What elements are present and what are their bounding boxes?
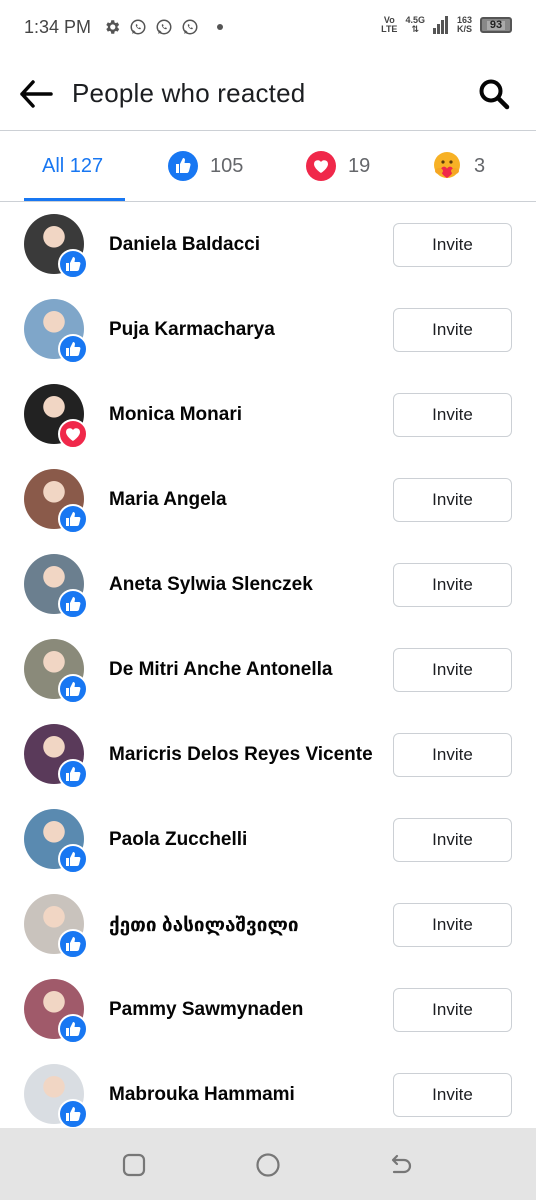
like-icon <box>66 682 81 696</box>
like-reaction-badge <box>58 929 88 959</box>
status-time: 1:34 PM <box>24 16 92 37</box>
tab-all-label: All 127 <box>42 154 104 177</box>
list-item[interactable]: Aneta Sylwia Slenczek Invite <box>0 542 536 627</box>
like-icon <box>66 512 81 526</box>
reactors-list: Daniela Baldacci Invite Puja Karmacharya In… <box>0 202 536 1137</box>
more-notifications-dot-icon <box>217 24 224 30</box>
person-name[interactable]: Pammy Sawmynaden <box>109 999 303 1021</box>
back-button[interactable] <box>18 76 54 112</box>
list-item[interactable]: ქეთი ბასილაშვილი Invite <box>0 882 536 967</box>
list-item[interactable]: Maria Angela Invite <box>0 457 536 542</box>
invite-button[interactable]: Invite <box>393 903 512 947</box>
home-button[interactable] <box>253 1150 283 1180</box>
invite-button[interactable]: Invite <box>393 1073 512 1117</box>
status-bar: 1:34 PM Vo LTE 4.5G ⇅ 163 K/S 93 <box>0 0 536 54</box>
like-icon <box>66 767 81 781</box>
status-system-icons: Vo LTE 4.5G ⇅ 163 K/S 93 <box>381 16 512 34</box>
person-name[interactable]: Maricris Delos Reyes Vicente <box>109 744 373 766</box>
back-return-icon <box>391 1154 412 1174</box>
invite-button[interactable]: Invite <box>393 393 512 437</box>
tab-love[interactable]: 19 <box>306 131 370 201</box>
like-icon <box>66 1022 81 1036</box>
reaction-tabs: All 127 105 19 3 <box>0 131 536 201</box>
signal-strength-icon <box>432 16 448 34</box>
list-item[interactable]: Daniela Baldacci Invite <box>0 202 536 287</box>
network-type-indicator: 4.5G ⇅ <box>405 15 425 34</box>
tab-like-count: 105 <box>210 154 244 177</box>
like-icon <box>66 597 81 611</box>
person-name[interactable]: ქეთი ბასილაშვილი <box>109 914 299 937</box>
like-reaction-badge <box>58 249 88 279</box>
person-name[interactable]: Monica Monari <box>109 404 242 426</box>
list-item[interactable]: Maricris Delos Reyes Vicente Invite <box>0 712 536 797</box>
system-navigation-bar <box>0 1128 536 1200</box>
recents-square-icon <box>122 1153 146 1177</box>
page-title: People who reacted <box>72 78 306 108</box>
tab-like[interactable]: 105 <box>168 131 243 201</box>
status-notification-icons <box>103 18 224 36</box>
person-name[interactable]: Paola Zucchelli <box>109 829 247 851</box>
love-icon <box>66 428 80 441</box>
like-icon <box>168 151 198 181</box>
invite-button[interactable]: Invite <box>393 223 512 267</box>
whatsapp-icon <box>182 19 198 35</box>
care-icon <box>434 152 460 178</box>
list-item[interactable]: Monica Monari Invite <box>0 372 536 457</box>
love-reaction-badge <box>58 419 88 449</box>
like-reaction-badge <box>58 759 88 789</box>
battery-icon: 93 <box>480 17 512 33</box>
invite-button[interactable]: Invite <box>393 733 512 777</box>
like-reaction-badge <box>58 844 88 874</box>
like-reaction-badge <box>58 1014 88 1044</box>
tab-care-count: 3 <box>474 154 486 177</box>
list-item[interactable]: Pammy Sawmynaden Invite <box>0 967 536 1052</box>
volte-indicator: Vo LTE <box>381 15 398 34</box>
person-name[interactable]: Daniela Baldacci <box>109 234 260 256</box>
love-icon <box>306 151 336 181</box>
app-header: People who reacted <box>0 60 536 130</box>
like-reaction-badge <box>58 589 88 619</box>
like-icon <box>66 1107 81 1121</box>
home-circle-icon <box>256 1153 280 1177</box>
network-speed: 163 K/S <box>456 15 472 34</box>
person-name[interactable]: Mabrouka Hammami <box>109 1084 295 1106</box>
back-arrow-icon <box>20 80 53 108</box>
like-reaction-badge <box>58 674 88 704</box>
whatsapp-icon <box>156 19 172 35</box>
invite-button[interactable]: Invite <box>393 563 512 607</box>
like-icon <box>66 342 81 356</box>
like-icon <box>66 937 81 951</box>
list-item[interactable]: Paola Zucchelli Invite <box>0 797 536 882</box>
person-name[interactable]: Aneta Sylwia Slenczek <box>109 574 313 596</box>
list-item[interactable]: De Mitri Anche Antonella Invite <box>0 627 536 712</box>
battery-level: 93 <box>486 19 506 30</box>
search-button[interactable] <box>476 76 512 112</box>
whatsapp-icon <box>130 19 146 35</box>
person-name[interactable]: De Mitri Anche Antonella <box>109 659 332 681</box>
back-nav-button[interactable] <box>386 1150 416 1180</box>
like-reaction-badge <box>58 504 88 534</box>
search-icon <box>479 79 510 110</box>
like-icon <box>66 852 81 866</box>
like-icon <box>66 257 81 271</box>
tab-care[interactable]: 3 <box>432 131 485 201</box>
list-item[interactable]: Mabrouka Hammami Invite <box>0 1052 536 1137</box>
invite-button[interactable]: Invite <box>393 648 512 692</box>
invite-button[interactable]: Invite <box>393 308 512 352</box>
tab-love-count: 19 <box>348 154 371 177</box>
invite-button[interactable]: Invite <box>393 988 512 1032</box>
recents-button[interactable] <box>119 1150 149 1180</box>
settings-gear-icon <box>106 20 120 34</box>
invite-button[interactable]: Invite <box>393 478 512 522</box>
tab-all[interactable]: All 127 <box>42 131 103 201</box>
like-reaction-badge <box>58 1099 88 1129</box>
list-item[interactable]: Puja Karmacharya Invite <box>0 287 536 372</box>
like-reaction-badge <box>58 334 88 364</box>
invite-button[interactable]: Invite <box>393 818 512 862</box>
person-name[interactable]: Puja Karmacharya <box>109 319 275 341</box>
person-name[interactable]: Maria Angela <box>109 489 227 511</box>
